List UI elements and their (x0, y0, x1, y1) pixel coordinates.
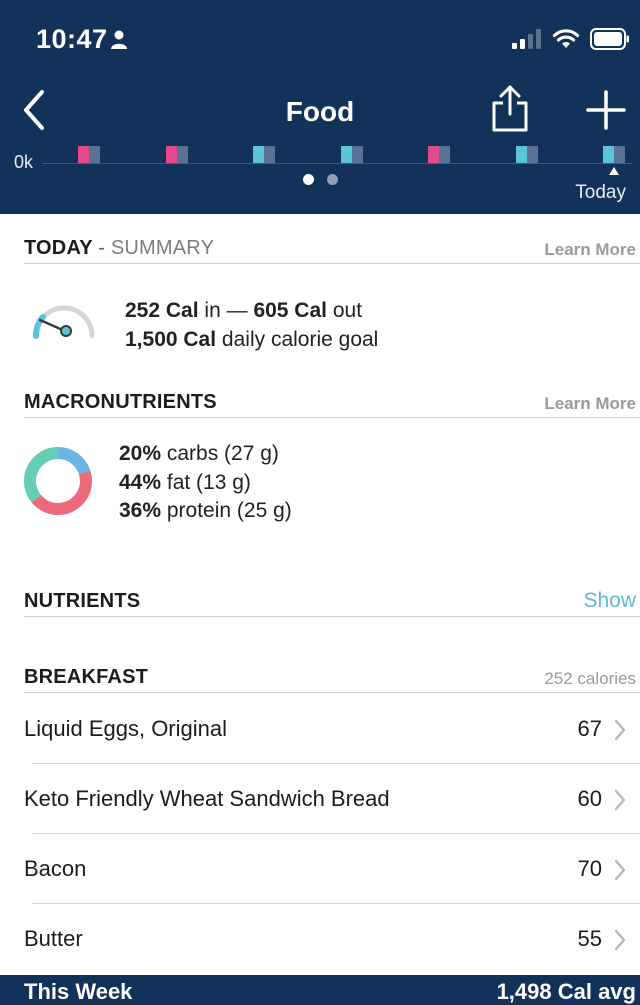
day-bar[interactable] (253, 146, 275, 163)
week-summary-label: This Week (24, 979, 133, 1004)
breakfast-title: BREAKFAST (24, 666, 149, 688)
macro-list: 20% carbs (27 g) 44% fat (13 g) 36% protei… (119, 440, 292, 526)
macro-label: fat (13 g) (166, 470, 251, 494)
calories-in-value: 252 Cal (125, 299, 199, 322)
day-bar-segment (340, 146, 352, 163)
header: 10:47 Food 0k Today (0, 0, 640, 214)
day-bar-segment (176, 146, 188, 163)
calorie-in-out-line: 252 Cal in — 605 Cal out (125, 296, 378, 325)
macro-label: carbs (27 g) (166, 442, 279, 465)
page-title: Food (285, 96, 355, 127)
calories-out-value: 605 Cal (253, 299, 327, 322)
day-bar[interactable] (165, 146, 188, 163)
calorie-summary: 252 Cal in — 605 Cal out 1,500 Cal daily… (125, 296, 378, 354)
food-name: Liquid Eggs, Original (24, 716, 228, 741)
share-icon[interactable] (490, 84, 530, 134)
page-indicator (0, 174, 640, 185)
macros-title: MACRONUTRIENTS (24, 391, 217, 413)
calories-in-label: in — (204, 299, 248, 322)
calories-out-label: out (332, 299, 363, 322)
macro-item: 44% fat (13 g) (119, 469, 292, 498)
day-bar-segment (78, 146, 89, 163)
summary-title: TODAY - SUMMARY (24, 237, 214, 260)
page-dot[interactable] (326, 174, 338, 185)
macro-label: protein (25 g) (166, 499, 292, 522)
calorie-goal-value: 1,500 Cal (125, 328, 217, 351)
nutrients-show-button[interactable]: Show (583, 589, 640, 613)
calorie-goal-label: daily calorie goal (221, 328, 379, 351)
macro-item: 36% protein (25 g) (119, 497, 292, 526)
day-bar-segment (428, 146, 439, 163)
day-bar-segment (253, 146, 264, 163)
chevron-right-icon (614, 859, 626, 881)
week-chart[interactable] (0, 146, 640, 164)
day-bar[interactable] (340, 146, 363, 163)
macros-header: MACRONUTRIENTS Learn More (24, 386, 640, 418)
today-label: Today (575, 182, 626, 203)
week-summary-bar[interactable]: This Week 1,498 Cal avg (0, 975, 640, 1005)
calorie-goal-line: 1,500 Cal daily calorie goal (125, 325, 378, 354)
day-bar[interactable] (603, 146, 625, 163)
plus-icon[interactable] (586, 90, 626, 130)
day-bar-segment (603, 146, 614, 163)
breakfast-calories: 252 calories (544, 669, 636, 688)
food-calories: 60 (577, 786, 602, 811)
nutrients-header: NUTRIENTS Show (24, 585, 640, 617)
day-bar-segment (614, 146, 625, 163)
day-bar-segment (526, 146, 538, 163)
summary-title-separator: - (98, 237, 106, 259)
macro-percent: 20% (119, 442, 162, 465)
macro-percent: 44% (119, 470, 162, 494)
food-calories: 55 (577, 926, 602, 951)
day-bar-segment (351, 146, 363, 163)
breakfast-header: BREAKFAST 252 calories (24, 661, 640, 693)
day-bar-segment (439, 146, 450, 163)
food-name: Bacon (24, 856, 87, 881)
day-bar[interactable] (515, 146, 538, 163)
macro-donut-chart (24, 447, 92, 515)
summary-title-sub: SUMMARY (110, 237, 215, 259)
chevron-right-icon (614, 719, 626, 741)
food-row[interactable]: Keto Friendly Wheat Sandwich Bread 60 (0, 764, 640, 834)
status-indicators (512, 28, 630, 50)
page-dot[interactable] (302, 174, 314, 185)
day-bar[interactable] (78, 146, 100, 163)
day-bar-segment (89, 146, 100, 163)
chevron-right-icon (614, 789, 626, 811)
food-row[interactable]: Bacon 70 (0, 834, 640, 904)
macro-item: 20% carbs (27 g) (119, 440, 292, 469)
food-calories: 70 (577, 856, 602, 881)
day-bar[interactable] (428, 146, 450, 163)
summary-header: TODAY - SUMMARY Learn More (24, 232, 640, 264)
breakfast-food-list: Liquid Eggs, Original 67 Keto Friendly Whe… (0, 694, 640, 974)
signal-icon (512, 29, 541, 49)
wifi-icon (552, 29, 580, 48)
chevron-right-icon (614, 929, 626, 951)
food-calories: 67 (577, 716, 602, 741)
food-row[interactable]: Liquid Eggs, Original 67 (0, 694, 640, 764)
macro-percent: 36% (119, 499, 162, 522)
food-name: Keto Friendly Wheat Sandwich Bread (24, 786, 390, 811)
summary-learn-more-link[interactable]: Learn More (544, 240, 640, 260)
day-bar-segment (515, 146, 527, 163)
food-row[interactable]: Butter 55 (0, 904, 640, 974)
macros-learn-more-link[interactable]: Learn More (544, 394, 640, 414)
summary-title-main: TODAY (24, 237, 93, 259)
calorie-gauge-icon (33, 305, 95, 339)
status-time: 10:47 (36, 24, 108, 54)
food-name: Butter (24, 926, 83, 951)
person-icon (111, 30, 127, 49)
day-bar-segment (264, 146, 275, 163)
nutrients-title: NUTRIENTS (24, 590, 141, 612)
battery-icon (590, 28, 629, 50)
week-summary-value: 1,498 Cal avg (496, 979, 636, 1004)
day-bar-segment (165, 146, 177, 163)
